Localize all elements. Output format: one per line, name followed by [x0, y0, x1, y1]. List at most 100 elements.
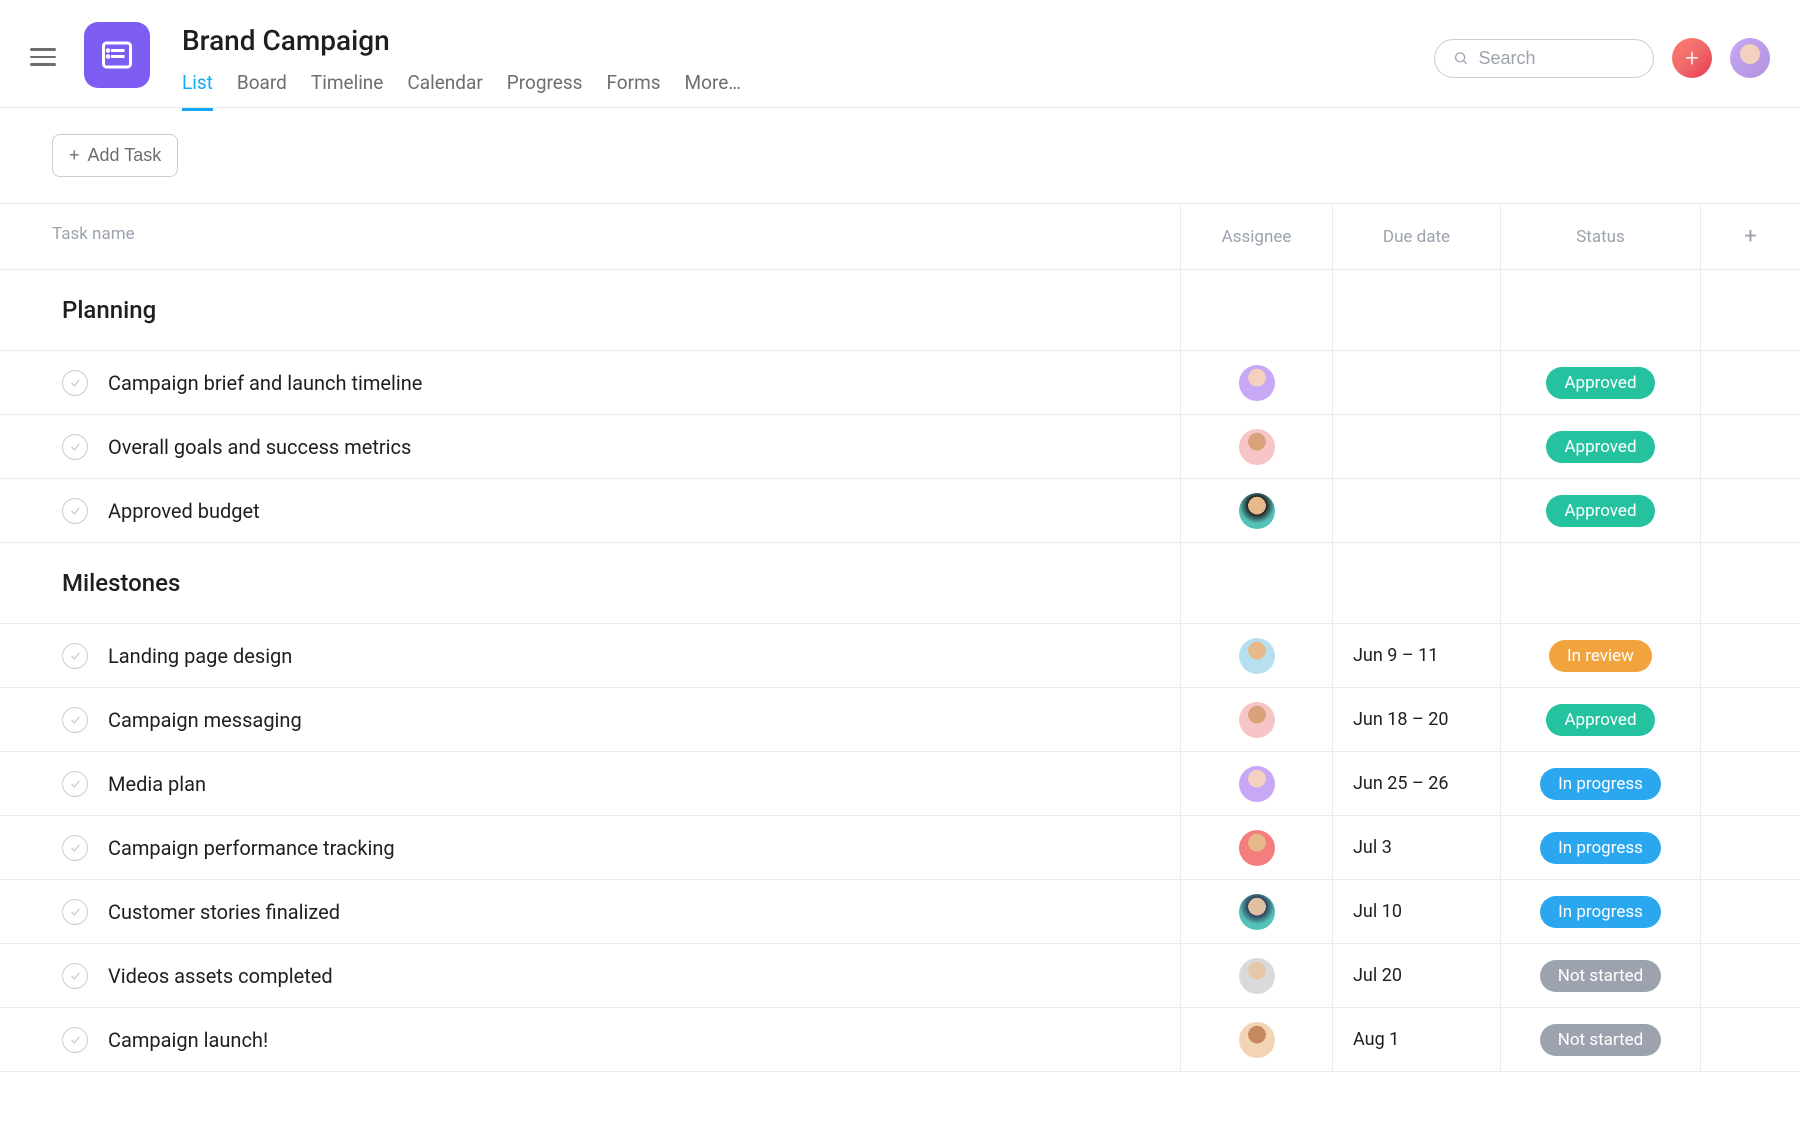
assignee-avatar[interactable] — [1239, 429, 1275, 465]
tabs: List Board Timeline Calendar Progress Forms Mo… — [182, 71, 1434, 111]
due-date-cell[interactable]: Jul 10 — [1332, 880, 1500, 943]
tab-timeline[interactable]: Timeline — [311, 71, 384, 111]
due-date-cell[interactable] — [1332, 351, 1500, 414]
task-name: Media plan — [108, 772, 206, 796]
status-badge: Approved — [1546, 431, 1654, 463]
complete-checkbox-icon[interactable] — [62, 707, 88, 733]
user-avatar[interactable] — [1730, 38, 1770, 78]
assignee-avatar[interactable] — [1239, 702, 1275, 738]
task-name: Campaign launch! — [108, 1028, 268, 1052]
task-row[interactable]: Videos assets completed Jul 20 Not started — [0, 944, 1800, 1008]
tab-more[interactable]: More… — [685, 71, 741, 111]
due-date-cell[interactable]: Jul 20 — [1332, 944, 1500, 1007]
tab-list[interactable]: List — [182, 71, 213, 111]
add-task-button[interactable]: + Add Task — [52, 134, 178, 177]
column-header-due[interactable]: Due date — [1332, 204, 1500, 269]
complete-checkbox-icon[interactable] — [62, 434, 88, 460]
status-cell[interactable]: In review — [1500, 624, 1700, 687]
column-header-task[interactable]: Task name — [0, 204, 1180, 269]
global-add-button[interactable]: + — [1672, 38, 1712, 78]
status-badge: Approved — [1546, 495, 1654, 527]
assignee-cell[interactable] — [1180, 1008, 1332, 1071]
column-header-assignee[interactable]: Assignee — [1180, 204, 1332, 269]
status-cell[interactable]: In progress — [1500, 816, 1700, 879]
column-header-status[interactable]: Status — [1500, 204, 1700, 269]
status-cell[interactable]: Not started — [1500, 1008, 1700, 1071]
assignee-avatar[interactable] — [1239, 365, 1275, 401]
assignee-cell[interactable] — [1180, 816, 1332, 879]
task-name: Customer stories finalized — [108, 900, 340, 924]
assignee-cell[interactable] — [1180, 752, 1332, 815]
assignee-cell[interactable] — [1180, 415, 1332, 478]
due-date-cell[interactable]: Jun 18 – 20 — [1332, 688, 1500, 751]
due-date-cell[interactable]: Jun 25 – 26 — [1332, 752, 1500, 815]
assignee-cell[interactable] — [1180, 880, 1332, 943]
assignee-avatar[interactable] — [1239, 766, 1275, 802]
status-badge: In progress — [1540, 832, 1661, 864]
tab-board[interactable]: Board — [237, 71, 287, 111]
complete-checkbox-icon[interactable] — [62, 963, 88, 989]
due-date-cell[interactable]: Jul 3 — [1332, 816, 1500, 879]
task-row[interactable]: Campaign launch! Aug 1 Not started — [0, 1008, 1800, 1072]
due-date-cell[interactable] — [1332, 479, 1500, 542]
section-header[interactable]: Milestones — [0, 543, 1800, 624]
tab-progress[interactable]: Progress — [507, 71, 583, 111]
complete-checkbox-icon[interactable] — [62, 899, 88, 925]
complete-checkbox-icon[interactable] — [62, 643, 88, 669]
assignee-cell[interactable] — [1180, 944, 1332, 1007]
project-title: Brand Campaign — [182, 24, 1434, 57]
due-date-cell[interactable]: Jun 9 – 11 — [1332, 624, 1500, 687]
assignee-cell[interactable] — [1180, 351, 1332, 414]
search-box[interactable] — [1434, 39, 1654, 78]
status-badge: Approved — [1546, 367, 1654, 399]
complete-checkbox-icon[interactable] — [62, 1027, 88, 1053]
complete-checkbox-icon[interactable] — [62, 835, 88, 861]
task-row[interactable]: Campaign messagingJun 18 – 20Approved — [0, 688, 1800, 752]
status-badge: In progress — [1540, 768, 1661, 800]
header-center: Brand Campaign List Board Timeline Calendar… — [182, 16, 1434, 111]
complete-checkbox-icon[interactable] — [62, 771, 88, 797]
assignee-avatar[interactable] — [1239, 493, 1275, 529]
task-row[interactable]: Customer stories finalized Jul 10In progr… — [0, 880, 1800, 944]
app-header: Brand Campaign List Board Timeline Calendar… — [0, 0, 1800, 108]
status-badge: Not started — [1540, 1024, 1662, 1056]
status-cell[interactable]: Approved — [1500, 351, 1700, 414]
assignee-avatar[interactable] — [1239, 894, 1275, 930]
status-cell[interactable]: Approved — [1500, 415, 1700, 478]
assignee-cell[interactable] — [1180, 624, 1332, 687]
due-date-cell[interactable] — [1332, 415, 1500, 478]
status-badge: Not started — [1540, 960, 1662, 992]
assignee-avatar[interactable] — [1239, 958, 1275, 994]
status-cell[interactable]: Approved — [1500, 688, 1700, 751]
status-cell[interactable]: In progress — [1500, 752, 1700, 815]
task-row[interactable]: Overall goals and success metricsApprove… — [0, 415, 1800, 479]
task-row[interactable]: Campaign performance tracking Jul 3 In pro… — [0, 816, 1800, 880]
complete-checkbox-icon[interactable] — [62, 370, 88, 396]
assignee-cell[interactable] — [1180, 479, 1332, 542]
assignee-avatar[interactable] — [1239, 830, 1275, 866]
task-name: Videos assets completed — [108, 964, 333, 988]
task-row[interactable]: Approved budgetApproved — [0, 479, 1800, 543]
complete-checkbox-icon[interactable] — [62, 498, 88, 524]
section-header[interactable]: Planning — [0, 270, 1800, 351]
tab-calendar[interactable]: Calendar — [407, 71, 482, 111]
hamburger-menu-icon[interactable] — [30, 44, 56, 70]
search-icon — [1453, 49, 1468, 67]
tab-forms[interactable]: Forms — [606, 71, 660, 111]
status-cell[interactable]: Not started — [1500, 944, 1700, 1007]
task-name: Campaign performance tracking — [108, 836, 395, 860]
task-row[interactable]: Landing page design Jun 9 – 11In review — [0, 624, 1800, 688]
status-cell[interactable]: In progress — [1500, 880, 1700, 943]
assignee-avatar[interactable] — [1239, 1022, 1275, 1058]
task-name: Landing page design — [108, 644, 292, 668]
task-row[interactable]: Campaign brief and launch timelineApprov… — [0, 351, 1800, 415]
task-row[interactable]: Media plan Jun 25 – 26 In progress — [0, 752, 1800, 816]
status-cell[interactable]: Approved — [1500, 479, 1700, 542]
add-task-label: Add Task — [88, 145, 162, 166]
search-input[interactable] — [1478, 48, 1635, 69]
add-column-button[interactable]: + — [1700, 204, 1800, 269]
project-icon[interactable] — [84, 22, 150, 88]
assignee-cell[interactable] — [1180, 688, 1332, 751]
due-date-cell[interactable]: Aug 1 — [1332, 1008, 1500, 1071]
assignee-avatar[interactable] — [1239, 638, 1275, 674]
